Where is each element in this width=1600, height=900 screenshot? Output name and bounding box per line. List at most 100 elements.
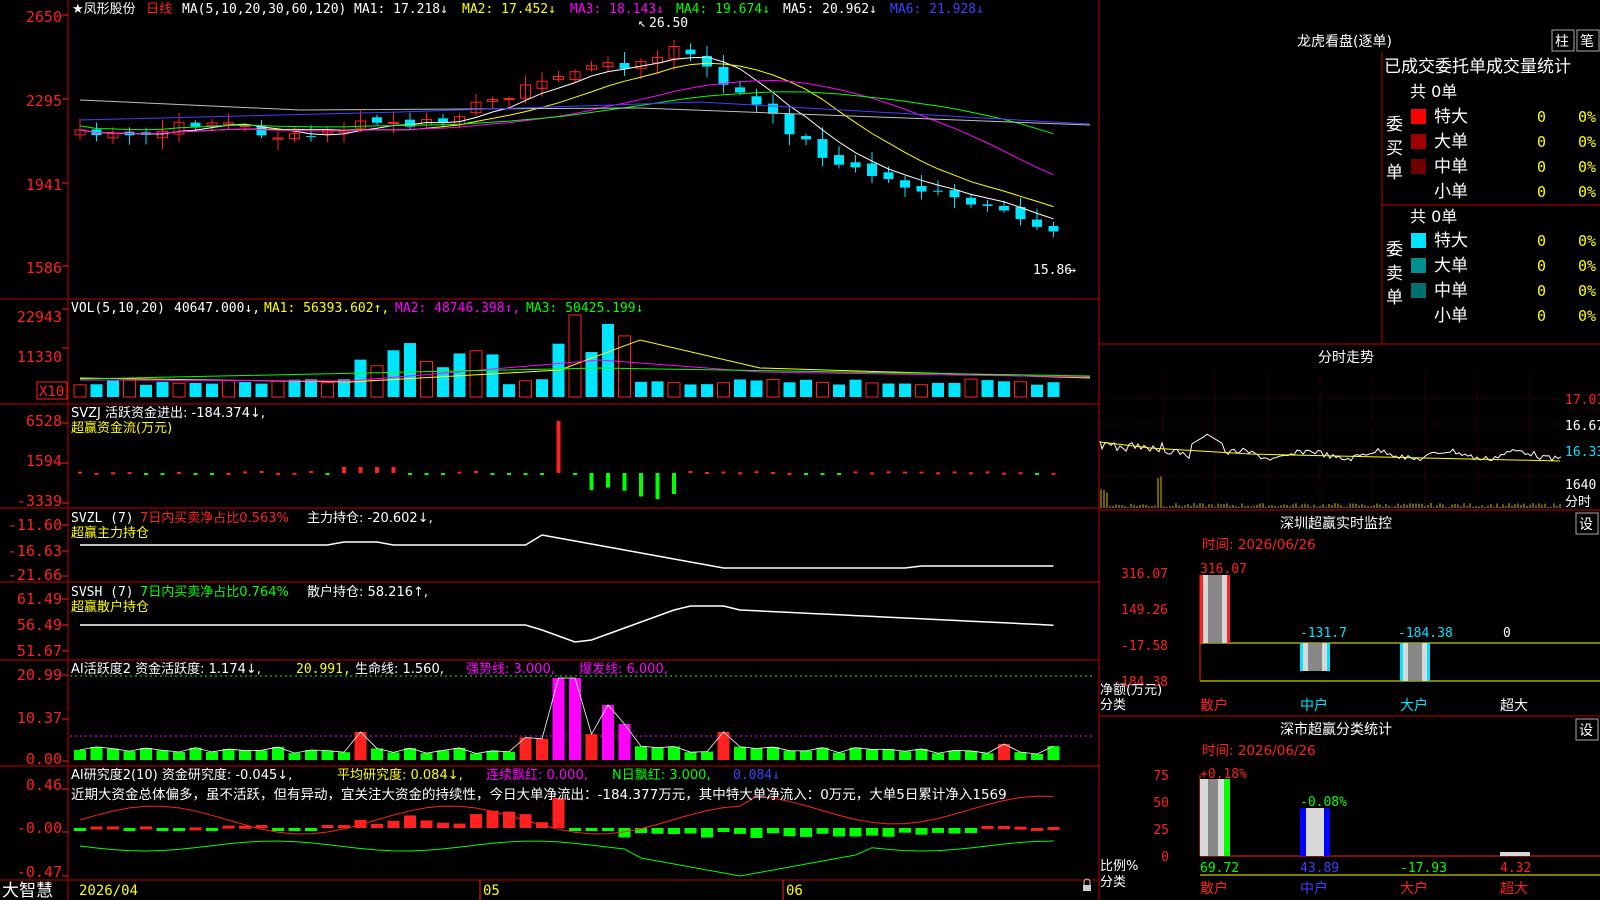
volume-bar bbox=[239, 382, 251, 397]
class-ratio: -17.93 bbox=[1400, 861, 1447, 876]
class-bar bbox=[1500, 852, 1530, 856]
volume-bar bbox=[321, 382, 334, 398]
candle-body bbox=[239, 125, 251, 128]
svzj-bar bbox=[243, 471, 247, 474]
candle-body bbox=[438, 118, 448, 123]
svzj-bar bbox=[721, 471, 726, 474]
row-count: 0 bbox=[1537, 307, 1546, 325]
ai-active-bar bbox=[371, 748, 383, 760]
candle-body bbox=[900, 180, 910, 188]
row-label: 中单 bbox=[1434, 157, 1468, 177]
ai-active-bar bbox=[189, 747, 202, 760]
volume-bar bbox=[684, 384, 697, 397]
svsh-stat: 7日内买卖净占比0.764% bbox=[140, 584, 289, 600]
candle-body bbox=[735, 87, 745, 93]
stock-name[interactable]: ★凤形股份 bbox=[72, 2, 136, 17]
monitor-cat: 散户 bbox=[1200, 697, 1228, 714]
svzj-bar bbox=[787, 472, 792, 475]
class-bar-pct: +0.18% bbox=[1200, 767, 1247, 782]
svzj-bar bbox=[292, 472, 297, 475]
class-settings-label: 设 bbox=[1579, 723, 1593, 739]
monitor-bar-edge bbox=[1300, 643, 1303, 671]
ai-research-avg: 平均研究度: 0.084↓, bbox=[337, 767, 463, 783]
volume-bar bbox=[107, 380, 119, 397]
ai-active-bar bbox=[932, 753, 944, 760]
svzj-bar bbox=[226, 472, 231, 475]
ai-research-bars bbox=[74, 795, 1060, 877]
low-arrow-icon: → bbox=[1068, 263, 1076, 278]
ai-research-bar bbox=[90, 826, 103, 830]
ma2-value: MA2: 17.452↓ bbox=[462, 2, 556, 17]
ai-active-bar bbox=[585, 734, 598, 760]
volume-bar bbox=[73, 384, 87, 398]
class-y-tick: 75 bbox=[1153, 769, 1169, 784]
svzj-bar bbox=[903, 471, 907, 474]
svzj-bar bbox=[177, 471, 181, 474]
svzj-bar bbox=[160, 473, 165, 475]
volume-bar bbox=[948, 382, 961, 397]
ai-research-bar bbox=[783, 828, 796, 837]
ai-research-bar bbox=[833, 828, 845, 837]
volume-bar bbox=[981, 380, 994, 397]
intraday-title[interactable]: 分时走势 bbox=[1318, 350, 1374, 366]
volume-bar bbox=[156, 381, 169, 397]
intraday-y-tick: 16.67 bbox=[1565, 419, 1600, 434]
side-label-char: 卖 bbox=[1386, 264, 1403, 284]
intraday-label: 分时 bbox=[1565, 495, 1591, 510]
volume-bar bbox=[618, 335, 631, 398]
ai-active-y-tick: 10.37 bbox=[17, 709, 62, 727]
stock-chart-canvas[interactable]: 316.07-131.7 -184.38 0散户 中户 大户 超大 +0.18%-0.08… bbox=[0, 0, 1600, 900]
volume-bar bbox=[701, 384, 713, 397]
svzj-bar bbox=[573, 473, 577, 475]
svzj-bar bbox=[655, 473, 660, 499]
volume-bar bbox=[189, 382, 202, 397]
volume-bar bbox=[998, 381, 1010, 397]
candle-body bbox=[982, 204, 993, 206]
period-label[interactable]: 日线 bbox=[146, 2, 172, 17]
x-axis-label: 05 bbox=[483, 883, 500, 899]
ai-active-bar bbox=[882, 749, 895, 760]
row-count: 0 bbox=[1537, 133, 1546, 151]
ai-active-bar bbox=[816, 747, 829, 760]
svzj-bar bbox=[193, 473, 198, 475]
volume-bar bbox=[519, 380, 532, 398]
ai-active-bar bbox=[1031, 753, 1043, 760]
candle-body bbox=[999, 205, 1009, 211]
ai-research-bar bbox=[932, 828, 944, 833]
vol-y-tick: 22943 bbox=[17, 308, 62, 326]
ai-research-bar bbox=[750, 828, 763, 838]
ma1-value: MA1: 17.218↓ bbox=[354, 2, 448, 17]
volume-bar bbox=[585, 352, 598, 397]
ai-research-red: 连续飘红: 0.000, bbox=[486, 767, 588, 783]
ai-active-bar bbox=[239, 750, 251, 760]
ma1-line bbox=[79, 56, 1054, 220]
ai-active-bar bbox=[173, 751, 185, 760]
svzj-bar bbox=[870, 472, 874, 475]
monitor-title: 深圳超赢实时监控 bbox=[1280, 515, 1392, 532]
candle-body bbox=[306, 136, 316, 138]
row-count: 0 bbox=[1537, 257, 1546, 275]
svzj-bar bbox=[391, 467, 396, 473]
row-label: 特大 bbox=[1434, 107, 1468, 127]
svzj-bar bbox=[886, 471, 891, 474]
row-swatch bbox=[1411, 109, 1426, 124]
sz-class-bars: +0.18% -0.08% 69.72 散户 43.89 中户 -17.93 大户 4.32 超大 bbox=[1199, 767, 1600, 897]
volume-bar bbox=[734, 379, 746, 397]
svzj-bar bbox=[853, 471, 858, 474]
svsh-holding: 散户持仓: 58.216↑, bbox=[307, 584, 428, 600]
candle-body bbox=[801, 136, 811, 140]
ai-active-bar bbox=[255, 750, 268, 760]
candle-body bbox=[1048, 226, 1059, 232]
candle-body bbox=[817, 139, 828, 158]
lock-icon[interactable] bbox=[1083, 885, 1091, 891]
ai-active-bar bbox=[420, 753, 433, 760]
ma5-line bbox=[79, 99, 1091, 126]
candle-body bbox=[685, 49, 696, 55]
vol-ma3: MA3: 50425.199↓ bbox=[526, 301, 643, 316]
volume-bar bbox=[469, 350, 483, 398]
row-pct: 0% bbox=[1578, 183, 1596, 201]
volume-bar bbox=[288, 379, 301, 397]
monitor-cat: 大户 bbox=[1400, 697, 1428, 714]
row-pct: 0% bbox=[1578, 108, 1596, 126]
high-arrow-icon: ↖ bbox=[638, 16, 646, 31]
